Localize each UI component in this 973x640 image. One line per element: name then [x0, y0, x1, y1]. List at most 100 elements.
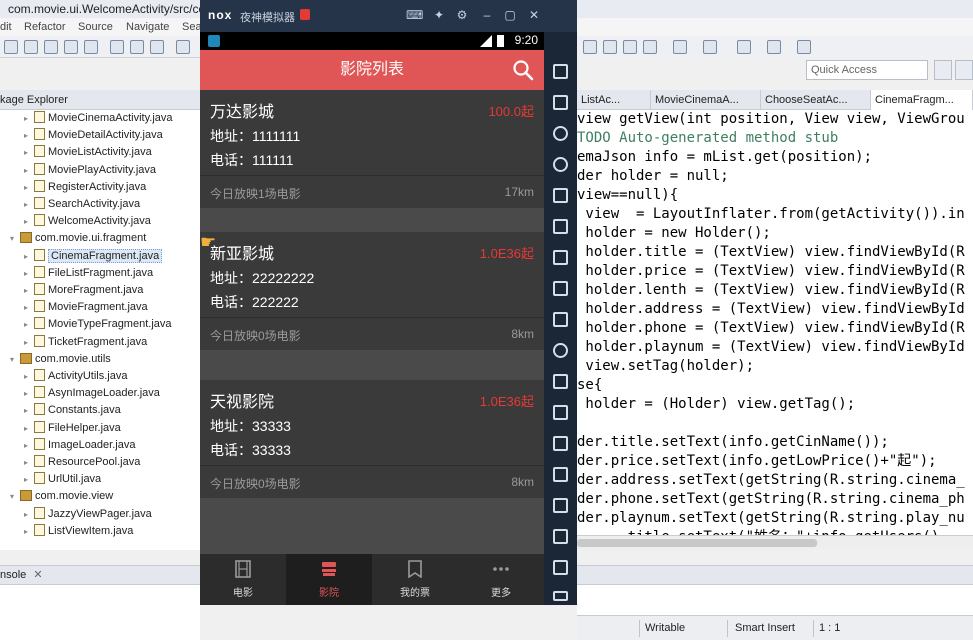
expand-toggle-icon[interactable]: ▾	[10, 230, 20, 247]
location-icon[interactable]	[553, 157, 568, 172]
macro-icon[interactable]	[553, 374, 568, 389]
tree-file[interactable]: ▸ AsynImageLoader.java	[24, 385, 160, 402]
toolbar-icon[interactable]	[24, 40, 38, 54]
expand-toggle-icon[interactable]: ▸	[24, 437, 34, 454]
volume-down-icon[interactable]	[553, 281, 568, 296]
tree-file[interactable]: ▸ MovieListActivity.java	[24, 144, 152, 161]
record-icon[interactable]	[553, 405, 568, 420]
monitor-icon[interactable]	[553, 188, 568, 203]
expand-toggle-icon[interactable]: ▾	[10, 488, 20, 505]
toolbar-icon[interactable]	[84, 40, 98, 54]
toolbar-icon[interactable]	[4, 40, 18, 54]
tree-file[interactable]: ▸ MovieCinemaActivity.java	[24, 110, 173, 127]
close-icon[interactable]: ✕	[33, 569, 42, 581]
console-tab[interactable]: nsole ✕	[0, 565, 200, 585]
expand-toggle-icon[interactable]: ▸	[24, 471, 34, 488]
expand-toggle-icon[interactable]: ▸	[24, 144, 34, 161]
tree-package[interactable]: ▾ com.movie.utils	[10, 351, 111, 368]
expand-toggle-icon[interactable]: ▸	[24, 179, 34, 196]
menu-search[interactable]: Sea	[182, 18, 202, 36]
toolbar-icon[interactable]	[623, 40, 637, 54]
code-editor[interactable]: view getView(int position, View view, Vi…	[577, 110, 973, 535]
toolbar-icon[interactable]	[673, 40, 687, 54]
tree-file[interactable]: ▸ UrlUtil.java	[24, 471, 101, 488]
expand-toggle-icon[interactable]: ▸	[24, 110, 34, 127]
toolbar-icon[interactable]	[643, 40, 657, 54]
expand-icon[interactable]	[553, 498, 568, 513]
forward-arrow-icon[interactable]	[767, 40, 781, 54]
expand-toggle-icon[interactable]: ▸	[24, 299, 34, 316]
expand-toggle-icon[interactable]: ▸	[24, 385, 34, 402]
search-icon[interactable]	[512, 59, 534, 81]
expand-toggle-icon[interactable]: ▸	[24, 213, 34, 230]
perspective-icon[interactable]	[934, 60, 952, 80]
tree-file[interactable]: ▸ FileHelper.java	[24, 420, 121, 437]
back-arrow-icon[interactable]	[737, 40, 751, 54]
keyboard-icon[interactable]	[553, 95, 568, 110]
horizontal-scrollbar[interactable]	[577, 535, 973, 549]
expand-toggle-icon[interactable]: ▸	[24, 506, 34, 523]
scrollbar-thumb[interactable]	[577, 539, 817, 547]
package-explorer-tab[interactable]: kage Explorer	[0, 90, 200, 110]
expand-toggle-icon[interactable]: ▸	[24, 265, 34, 282]
tree-file[interactable]: ▸ MovieFragment.java	[24, 299, 148, 316]
perspective-icon[interactable]	[955, 60, 973, 80]
nav-tab-my-tickets[interactable]: 我的票	[372, 554, 458, 605]
toolbar-icon[interactable]	[130, 40, 144, 54]
toolbar-icon[interactable]	[603, 40, 617, 54]
expand-toggle-icon[interactable]: ▸	[24, 316, 34, 333]
loading-icon[interactable]	[553, 343, 568, 358]
toolbar-icon[interactable]	[176, 40, 190, 54]
toolbar-icon[interactable]	[703, 40, 717, 54]
expand-toggle-icon[interactable]: ▸	[24, 282, 34, 299]
tree-file[interactable]: ▸ MoviePlayActivity.java	[24, 162, 156, 179]
fullscreen-icon[interactable]	[553, 219, 568, 234]
tree-file[interactable]: ▸ FileListFragment.java	[24, 265, 153, 282]
expand-toggle-icon[interactable]: ▸	[24, 248, 34, 265]
expand-toggle-icon[interactable]: ▸	[24, 334, 34, 351]
install-apk-icon[interactable]	[553, 312, 568, 327]
cinema-list-item[interactable]: 天视影院 1.0E36起 地址：33333 电话：33333 今日放映0场电影 …	[200, 380, 544, 498]
tree-file[interactable]: ▸ Constants.java	[24, 402, 121, 419]
toolbar-icon[interactable]	[583, 40, 597, 54]
cinema-list-item[interactable]: 新亚影城 1.0E36起 地址：22222222 电话：222222 今日放映0…	[200, 232, 544, 350]
nav-tab-more[interactable]: 更多	[458, 554, 544, 605]
cinema-list-item[interactable]: 万达影城 100.0起 地址：1111111 电话：111111 今日放映1场电…	[200, 90, 544, 208]
menu-refactor[interactable]: Refactor	[24, 18, 66, 36]
nav-tab-movies[interactable]: 电影	[200, 554, 286, 605]
multi-instance-icon[interactable]	[553, 436, 568, 451]
scissors-icon[interactable]	[553, 126, 568, 141]
editor-tab[interactable]: MovieCinemaA...	[651, 90, 761, 110]
menu-edit[interactable]: dit	[0, 18, 12, 36]
menu-source[interactable]: Source	[78, 18, 113, 36]
menu-navigate[interactable]: Navigate	[126, 18, 169, 36]
tree-file[interactable]: ▸ MovieTypeFragment.java	[24, 316, 172, 333]
toolbar-icon[interactable]	[150, 40, 164, 54]
expand-toggle-icon[interactable]: ▸	[24, 454, 34, 471]
tree-file[interactable]: ▸ CinemaFragment.java	[24, 248, 163, 265]
tree-package[interactable]: ▾ com.movie.view	[10, 488, 113, 505]
tree-package[interactable]: ▾ com.movie.ui.fragment	[10, 230, 146, 247]
screen-icon[interactable]	[553, 64, 568, 79]
expand-toggle-icon[interactable]: ▸	[24, 162, 34, 179]
tree-file[interactable]: ▸ SearchActivity.java	[24, 196, 140, 213]
toolbar-icon[interactable]	[797, 40, 811, 54]
expand-toggle-icon[interactable]: ▸	[24, 402, 34, 419]
volume-up-icon[interactable]	[553, 250, 568, 265]
expand-toggle-icon[interactable]: ▸	[24, 420, 34, 437]
settings-icon[interactable]: ⚙	[455, 8, 469, 22]
close-icon[interactable]: ✕	[527, 8, 541, 22]
editor-tab[interactable]: ListAc...	[577, 90, 651, 110]
tree-file[interactable]: ▸ WelcomeActivity.java	[24, 213, 151, 230]
toolbar-icon[interactable]	[110, 40, 124, 54]
tree-file[interactable]: ▸ MoreFragment.java	[24, 282, 143, 299]
tree-file[interactable]: ▸ ActivityUtils.java	[24, 368, 127, 385]
emulator-titlebar[interactable]: nox 夜神模拟器 ⌨ ✦ ⚙ – ▢ ✕	[200, 0, 577, 32]
tree-file[interactable]: ▸ JazzyViewPager.java	[24, 506, 152, 523]
quick-access-input[interactable]: Quick Access	[806, 60, 928, 80]
menu-icon[interactable]	[553, 467, 568, 482]
tree-file[interactable]: ▸ ListViewItem.java	[24, 523, 133, 540]
toolbar-icon[interactable]	[44, 40, 58, 54]
expand-toggle-icon[interactable]: ▸	[24, 196, 34, 213]
tree-file[interactable]: ▸ ImageLoader.java	[24, 437, 135, 454]
